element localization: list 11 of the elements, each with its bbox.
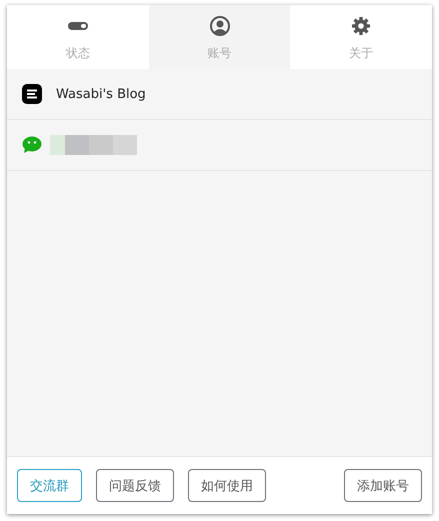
footer-button[interactable]: 如何使用 <box>188 469 266 502</box>
footer-button[interactable]: 交流群 <box>17 469 82 502</box>
account-row[interactable]: Wasabi's Blog <box>7 69 432 120</box>
toggle-icon <box>68 22 88 30</box>
user-icon <box>210 16 230 36</box>
footer-button[interactable]: 问题反馈 <box>96 469 174 502</box>
settings-icon <box>351 16 372 36</box>
chat-bubble-icon <box>22 136 42 154</box>
account-name: Wasabi's Blog <box>56 86 146 102</box>
blog-icon <box>22 84 42 104</box>
add-account-button[interactable]: 添加账号 <box>344 469 422 502</box>
